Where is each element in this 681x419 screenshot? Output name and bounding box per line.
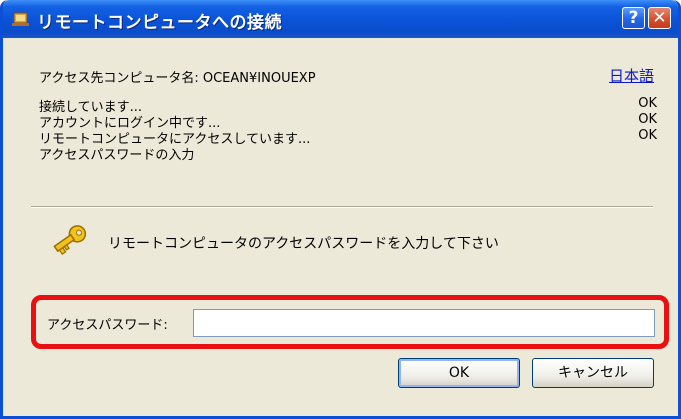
help-icon: ? — [628, 8, 639, 28]
password-label: アクセスパスワード: — [47, 318, 168, 333]
window-title: リモートコンピュータへの接続 — [37, 13, 282, 33]
key-icon — [53, 225, 87, 255]
remote-connection-icon — [12, 12, 29, 26]
progress-status-3: OK — [638, 128, 657, 143]
title-bar[interactable]: リモートコンピュータへの接続 ? ✕ — [3, 0, 678, 38]
progress-step-4: アクセスパスワードの入力 — [39, 148, 195, 163]
cancel-button[interactable]: キャンセル — [532, 358, 654, 388]
progress-status-1: OK — [638, 96, 657, 111]
close-icon: ✕ — [652, 8, 667, 28]
divider — [31, 206, 653, 208]
close-button[interactable]: ✕ — [648, 7, 671, 29]
connect-dialog: リモートコンピュータへの接続 ? ✕ アクセス先コンピュータ名: OCEAN¥I… — [0, 0, 681, 419]
password-input[interactable] — [193, 309, 655, 337]
password-instruction: リモートコンピュータのアクセスパスワードを入力して下さい — [108, 236, 499, 252]
help-button[interactable]: ? — [622, 7, 645, 29]
ok-button[interactable]: OK — [398, 358, 520, 388]
progress-status-2: OK — [638, 112, 657, 127]
target-computer-label: アクセス先コンピュータ名: OCEAN¥INOUEXP — [39, 71, 316, 86]
language-link[interactable]: 日本語 — [609, 65, 654, 86]
